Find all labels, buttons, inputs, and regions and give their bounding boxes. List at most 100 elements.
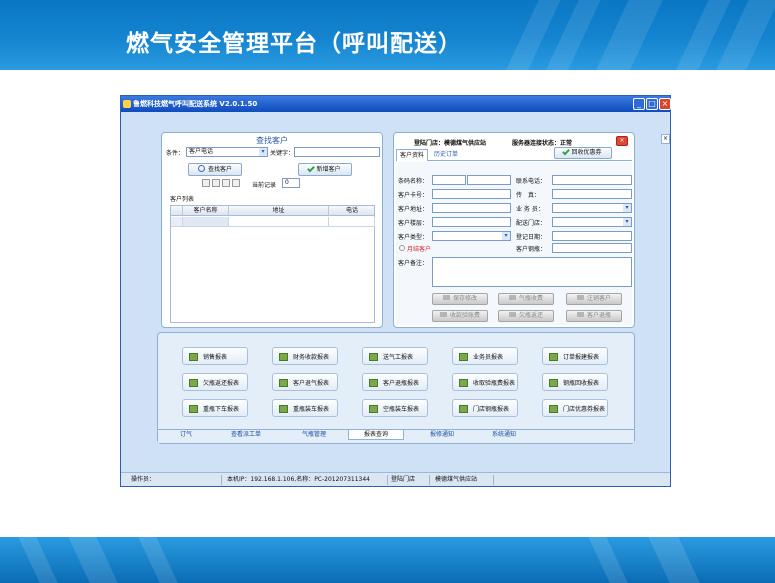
report-icon <box>459 353 468 361</box>
return-cylinder-label: 欠瓶返还 <box>518 312 543 319</box>
report-button[interactable]: 重瓶下车报表 <box>182 399 248 417</box>
first-page-button[interactable] <box>202 179 210 187</box>
server-status: 服务器连接状态：正常 <box>512 138 572 147</box>
column-header: 电话 <box>345 207 358 214</box>
pencil-icon <box>576 312 584 317</box>
report-button[interactable]: 业务员报表 <box>452 347 518 365</box>
close-icon[interactable]: × <box>616 136 628 146</box>
cancel-customer-button[interactable]: 注销客户 <box>566 293 622 305</box>
keyword-input[interactable] <box>294 147 380 157</box>
report-label: 订单报建报表 <box>563 353 600 361</box>
report-button[interactable]: 送气工报表 <box>362 347 428 365</box>
report-button[interactable]: 门店钢瓶报表 <box>452 399 518 417</box>
field-label: 条码名称： <box>398 178 429 185</box>
add-customer-button[interactable]: 新增客户 <box>298 163 352 176</box>
save-changes-button[interactable]: 保存修改 <box>432 293 488 305</box>
column-header: 客户名称 <box>183 206 229 216</box>
tab-order-history[interactable]: 历史订单 <box>430 149 462 161</box>
recycle-coupon-button[interactable]: 回收优惠券 <box>554 147 612 159</box>
status-bar: 操作员： 本机IP：192.168.1.106,名称：PC-2012073113… <box>121 472 670 486</box>
condition-select[interactable]: 客户电话 ▾ <box>186 147 268 157</box>
customer-table[interactable]: 客户名称 地址 电话 <box>170 205 375 323</box>
app-icon <box>123 100 131 108</box>
nav-tab-order-gas[interactable]: 订气 <box>166 430 206 440</box>
report-button[interactable]: 重瓶装车报表 <box>272 399 338 417</box>
report-button[interactable]: 客户退气报表 <box>272 373 338 391</box>
report-label: 欠瓶返还报表 <box>203 379 240 387</box>
window-title: 鲁燃科技燃气呼叫配送系统 V2.0.1.50 <box>133 100 258 108</box>
server-status-value: 正常 <box>560 140 573 147</box>
report-label: 业务员报表 <box>473 353 504 361</box>
remark-textarea[interactable] <box>432 257 632 287</box>
barcode-input[interactable] <box>432 175 466 185</box>
nav-tab-reports[interactable]: 报表查询 <box>348 430 404 440</box>
nav-tab-system[interactable]: 系统通知 <box>476 430 532 440</box>
address-input[interactable] <box>432 203 511 213</box>
report-label: 财务收款报表 <box>293 353 330 361</box>
report-button[interactable]: 财务收款报表 <box>272 347 338 365</box>
prev-page-button[interactable] <box>212 179 220 187</box>
report-button[interactable]: 订单报建报表 <box>542 347 608 365</box>
report-button[interactable]: 空瓶装车报表 <box>362 399 428 417</box>
cylinder-charge-button[interactable]: 气瓶收费 <box>498 293 554 305</box>
barcode-name-input[interactable] <box>467 175 511 185</box>
side-close-icon[interactable]: × <box>661 134 670 144</box>
report-label: 空瓶装车报表 <box>383 405 420 413</box>
check-icon <box>442 295 450 300</box>
report-icon <box>459 379 468 387</box>
report-button[interactable]: 门店优惠券报表 <box>542 399 608 417</box>
collect-fee-button[interactable]: 收款验账费 <box>432 310 488 322</box>
maximize-button[interactable]: □ <box>646 98 658 110</box>
report-icon <box>369 405 378 413</box>
report-label: 销售报表 <box>203 353 228 361</box>
table-row[interactable] <box>171 217 375 227</box>
chevron-down-icon: ▾ <box>623 204 631 212</box>
next-page-button[interactable] <box>222 179 230 187</box>
report-icon <box>279 379 288 387</box>
last-page-button[interactable] <box>232 179 240 187</box>
return-cylinder-button[interactable]: 欠瓶返还 <box>498 310 554 322</box>
close-window-button[interactable]: × <box>659 98 671 110</box>
card-number-input[interactable] <box>432 189 511 199</box>
delivery-store-select[interactable]: ▾ <box>552 217 632 227</box>
salesman-select[interactable]: ▾ <box>552 203 632 213</box>
cylinder-input[interactable] <box>552 243 632 253</box>
report-button[interactable]: 钢瓶回收报表 <box>542 373 608 391</box>
floor-input[interactable] <box>432 217 511 227</box>
monthly-customer-radio[interactable] <box>399 245 405 251</box>
field-label: 业 务 员： <box>516 206 544 213</box>
tab-customer-info[interactable]: 客户资料 <box>396 149 428 161</box>
nav-tab-dispatch[interactable]: 查看派工单 <box>218 430 274 440</box>
report-button[interactable]: 销售报表 <box>182 347 248 365</box>
customer-return-button[interactable]: 客户退瓶 <box>566 310 622 322</box>
report-button[interactable]: 欠瓶返还报表 <box>182 373 248 391</box>
store-label: 登陆门店： <box>414 140 445 147</box>
minimize-button[interactable]: _ <box>633 98 645 110</box>
report-label: 收取验瓶费报表 <box>473 379 516 387</box>
check-icon <box>508 295 516 300</box>
phone-input[interactable] <box>552 175 632 185</box>
customer-detail-panel: 登陆门店：模德煤气供应站 服务器连接状态：正常 × 客户资料 历史订单 回收优惠… <box>393 132 635 328</box>
customer-form: 条码名称： 客户卡号： 客户地址： 客户楼层： 客户类型： ▾ 月结客户 客户备… <box>396 162 632 325</box>
customer-return-label: 客户退瓶 <box>586 312 611 319</box>
nav-tab-cylinder[interactable]: 气瓶管理 <box>286 430 342 440</box>
window-titlebar: 鲁燃科技燃气呼叫配送系统 V2.0.1.50 <box>121 96 670 112</box>
report-button[interactable]: 客户退瓶报表 <box>362 373 428 391</box>
customer-list-label: 客户列表 <box>170 196 195 203</box>
table-header: 客户名称 地址 电话 <box>171 206 374 216</box>
fax-input[interactable] <box>552 189 632 199</box>
box-icon <box>439 312 447 317</box>
find-customer-title: 查找客户 <box>256 136 288 145</box>
search-customer-button[interactable]: 查找客户 <box>188 163 242 176</box>
register-date-input[interactable] <box>552 231 632 241</box>
customer-type-select[interactable]: ▾ <box>432 231 511 241</box>
report-label: 客户退瓶报表 <box>383 379 420 387</box>
nav-tab-repair[interactable]: 报修通知 <box>414 430 470 440</box>
report-label: 钢瓶回收报表 <box>563 379 600 387</box>
report-icon <box>279 353 288 361</box>
slide-footer-band <box>0 537 775 583</box>
current-record-label: 当前记录 <box>252 182 277 189</box>
current-record-input[interactable]: 0 <box>282 178 300 188</box>
report-button[interactable]: 收取验瓶费报表 <box>452 373 518 391</box>
field-label: 客户卡号： <box>398 192 429 199</box>
